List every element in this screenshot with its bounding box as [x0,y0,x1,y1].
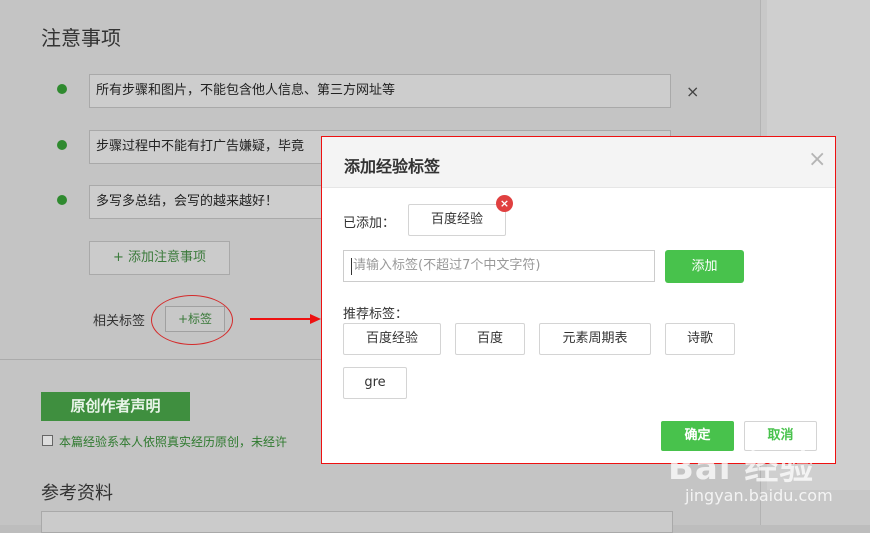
text-cursor [351,258,352,275]
dialog-header: 添加经验标签 × [322,137,835,188]
add-note-button[interactable]: + 添加注意事项 [89,241,230,275]
original-author-badge: 原创作者声明 [41,392,190,421]
recommend-label: 推荐标签： [343,307,409,322]
recommended-tag[interactable]: 百度 [455,323,525,355]
bullet-icon [57,84,67,94]
highlight-circle [151,295,233,345]
add-tag-submit-button[interactable]: 添加 [665,250,744,283]
recommended-tag[interactable]: 诗歌 [665,323,735,355]
recommended-tag[interactable]: gre [343,367,407,399]
related-tags-label: 相关标签 [93,314,146,329]
references-heading: 参考资料 [41,483,113,504]
declaration-text: 本篇经验系本人依照真实经历原创，未经许 [59,435,288,449]
arrow-icon [250,314,321,324]
dialog-title: 添加经验标签 [344,157,441,176]
recommended-tag[interactable]: 元素周期表 [539,323,651,355]
added-tag-chip: 百度经验 [408,204,506,236]
watermark-url: jingyan.baidu.com [685,486,833,505]
close-icon[interactable]: × [808,149,826,171]
baidu-jingyan-logo: Bai 经验 [668,448,815,488]
recommended-tag[interactable]: 百度经验 [343,323,441,355]
add-tag-dialog: 添加经验标签 × 已添加： 百度经验 × 请输入标签(不超过7个中文字符) 添加… [321,136,836,464]
close-icon[interactable]: × [686,82,699,101]
added-label: 已添加： [343,216,396,231]
tag-input[interactable]: 请输入标签(不超过7个中文字符) [343,250,655,282]
bullet-icon [57,140,67,150]
note-field-1[interactable]: 所有步骤和图片，不能包含他人信息、第三方网址等 [89,74,671,108]
references-input[interactable] [41,511,673,533]
bullet-icon [57,195,67,205]
notes-heading: 注意事项 [41,26,121,50]
remove-tag-icon[interactable]: × [496,195,513,212]
declaration-checkbox[interactable] [42,435,53,446]
